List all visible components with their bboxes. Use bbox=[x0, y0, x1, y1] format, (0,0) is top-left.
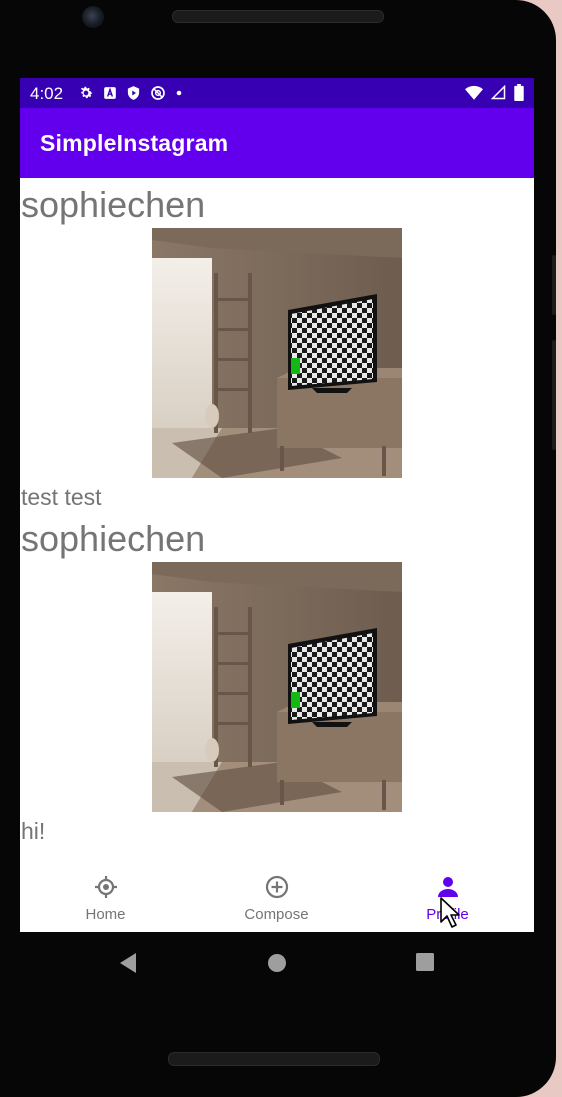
front-camera bbox=[82, 6, 104, 28]
a-icon bbox=[104, 87, 116, 99]
at-circle-icon bbox=[151, 86, 165, 100]
status-icons-right bbox=[465, 84, 524, 101]
post-image[interactable] bbox=[152, 562, 402, 812]
post-username: sophiechen bbox=[21, 184, 206, 225]
add-circle-icon bbox=[265, 875, 288, 899]
status-bar: 4:02 bbox=[20, 78, 534, 108]
post-username: sophiechen bbox=[21, 518, 206, 559]
system-navigation-bar bbox=[0, 940, 556, 986]
screen: 4:02 SimpleInstagram sophiechen test tes… bbox=[20, 78, 534, 932]
back-icon[interactable] bbox=[118, 952, 138, 974]
battery-icon bbox=[514, 84, 524, 101]
post-image[interactable] bbox=[152, 228, 402, 478]
wifi-icon bbox=[465, 85, 483, 100]
phone-frame: 4:02 SimpleInstagram sophiechen test tes… bbox=[0, 0, 556, 1097]
nav-label: Compose bbox=[244, 906, 309, 923]
nav-home[interactable]: Home bbox=[20, 866, 191, 932]
post-caption: test test bbox=[21, 484, 102, 510]
earpiece-speaker bbox=[172, 10, 384, 23]
volume-button bbox=[552, 340, 556, 450]
post-caption: hi! bbox=[21, 818, 46, 844]
nav-label: Home bbox=[85, 906, 126, 923]
power-button bbox=[552, 255, 556, 315]
bottom-speaker bbox=[168, 1052, 380, 1066]
shield-play-icon bbox=[127, 86, 140, 100]
recents-square-icon[interactable] bbox=[416, 953, 434, 971]
app-title: SimpleInstagram bbox=[40, 130, 229, 156]
nav-compose[interactable]: Compose bbox=[191, 866, 362, 932]
person-icon bbox=[437, 877, 458, 897]
gear-icon bbox=[80, 86, 93, 99]
home-circle-icon[interactable] bbox=[267, 953, 287, 973]
home-target-icon bbox=[94, 876, 117, 898]
status-time: 4:02 bbox=[30, 84, 64, 103]
dot-icon bbox=[176, 90, 182, 96]
status-icons-left bbox=[78, 85, 183, 101]
app-bar: SimpleInstagram bbox=[20, 108, 534, 178]
cell-signal-icon bbox=[491, 85, 506, 100]
mouse-cursor-icon bbox=[440, 897, 460, 928]
